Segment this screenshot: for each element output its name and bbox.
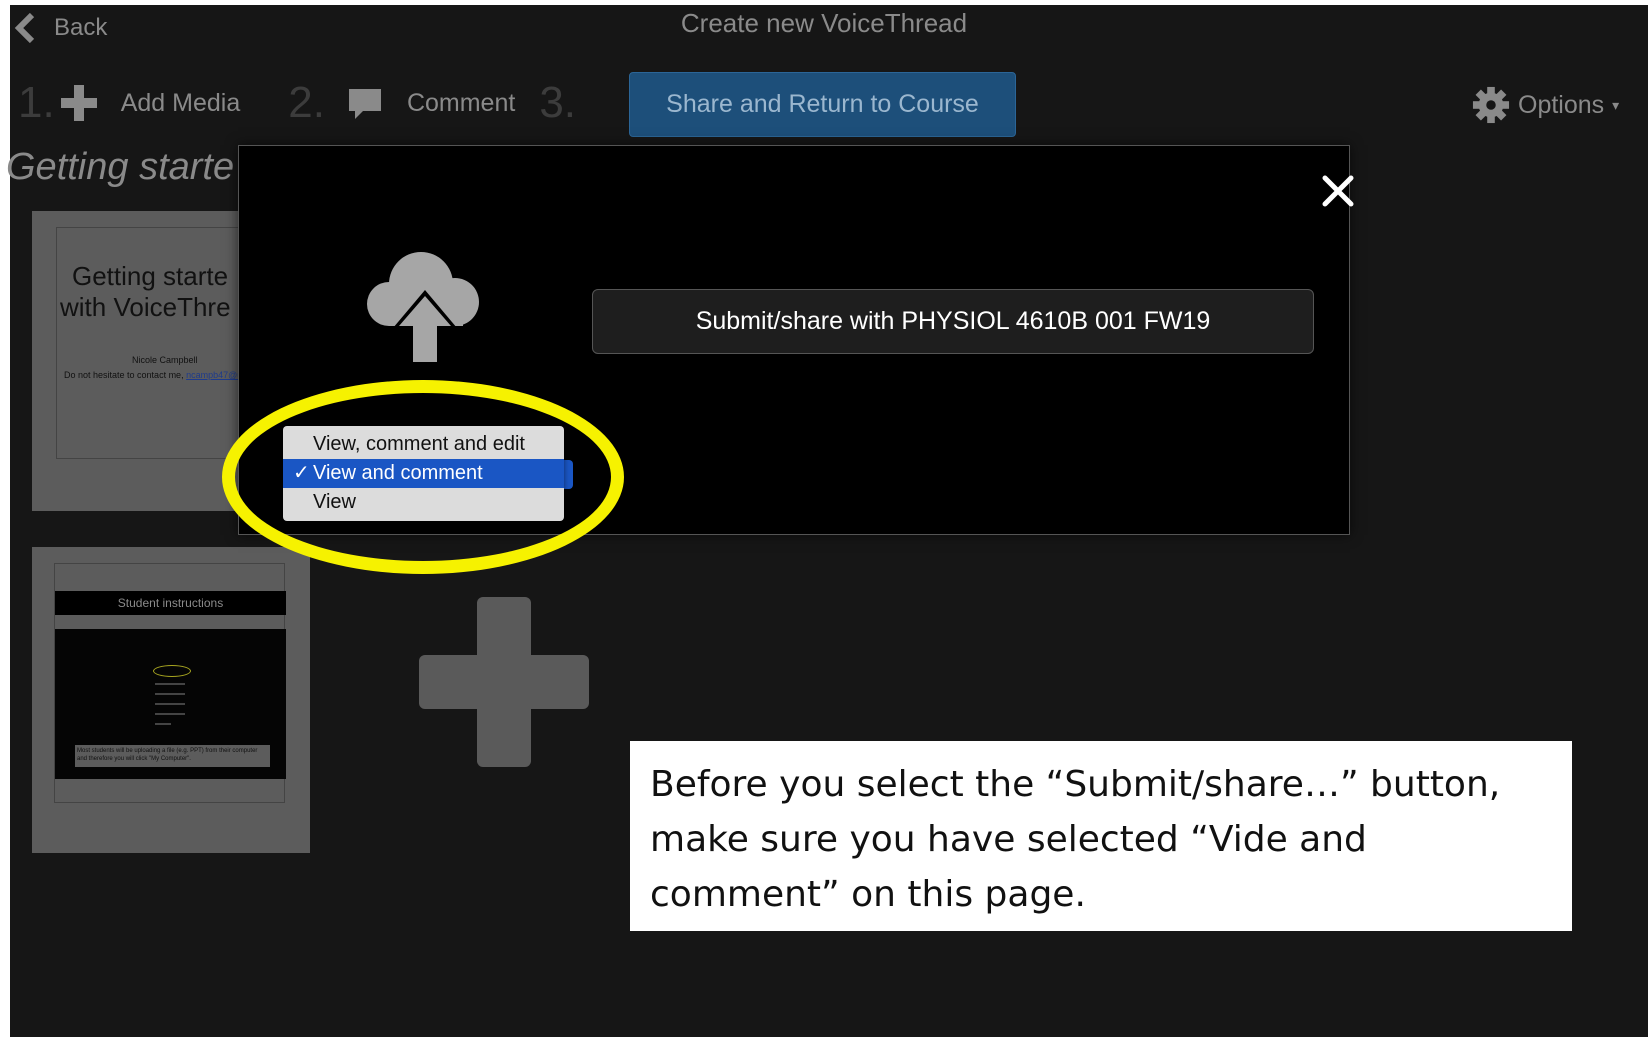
permission-option-edit[interactable]: View, comment and edit <box>283 430 564 459</box>
step-1-number: 1. <box>18 78 55 127</box>
comment-icon <box>348 89 381 119</box>
close-button[interactable] <box>1317 170 1359 212</box>
permission-option-view[interactable]: View <box>283 488 564 517</box>
permission-option-comment[interactable]: ✓ View and comment <box>283 459 564 488</box>
steps-bar: 1. Add Media 2. Comment 3. <box>18 72 576 134</box>
slide-2-line <box>155 723 171 725</box>
close-icon <box>1322 175 1354 207</box>
share-and-return-button[interactable]: Share and Return to Course <box>629 72 1016 137</box>
options-menu[interactable]: Options ▾ <box>1472 86 1619 124</box>
step-2-number: 2. <box>288 78 325 127</box>
slide-1-contact-link: ncampb47@u <box>186 370 243 380</box>
options-label: Options <box>1518 90 1605 119</box>
instruction-callout: Before you select the “Submit/share…” bu… <box>630 741 1572 931</box>
check-icon: ✓ <box>293 462 310 484</box>
submit-share-button[interactable]: Submit/share with PHYSIOL 4610B 001 FW19 <box>592 289 1314 354</box>
slide-2-line <box>155 683 185 685</box>
cloud-upload-icon <box>367 252 479 362</box>
slide-2-highlight-oval <box>153 665 191 677</box>
thread-title[interactable]: Getting starte <box>6 146 234 189</box>
step-3-number: 3. <box>539 78 577 127</box>
option-label: View <box>313 491 356 513</box>
slide-2-line <box>155 713 185 715</box>
plus-icon <box>60 85 97 121</box>
page-title: Create new VoiceThread <box>680 8 968 38</box>
add-slide-plus-icon[interactable] <box>419 597 589 767</box>
slide-2-line <box>155 703 185 705</box>
slide-2-line <box>155 693 185 695</box>
option-label: View and comment <box>313 462 483 484</box>
caret-down-icon: ▾ <box>1612 96 1620 113</box>
option-label: View, comment and edit <box>313 433 525 455</box>
select-edge <box>563 460 573 489</box>
slide-1-author: Nicole Campbell <box>132 355 198 365</box>
gear-icon <box>1472 86 1510 124</box>
step-comment[interactable]: Comment <box>407 89 515 118</box>
slide-2-note: Most students will be uploading a file (… <box>75 745 270 767</box>
slide-thumbnail-2[interactable]: Student instructions Most students will … <box>32 547 310 853</box>
slide-2-header: Student instructions <box>55 591 286 615</box>
permission-dropdown[interactable]: View, comment and edit ✓ View and comment… <box>283 426 564 521</box>
slide-2-screenshot: Most students will be uploading a file (… <box>55 629 286 779</box>
slide-1-contact-text: Do not hesitate to contact me, <box>64 370 187 380</box>
step-add-media[interactable]: Add Media <box>121 89 241 118</box>
slide-1-contact: Do not hesitate to contact me, ncampb47@… <box>64 370 242 380</box>
